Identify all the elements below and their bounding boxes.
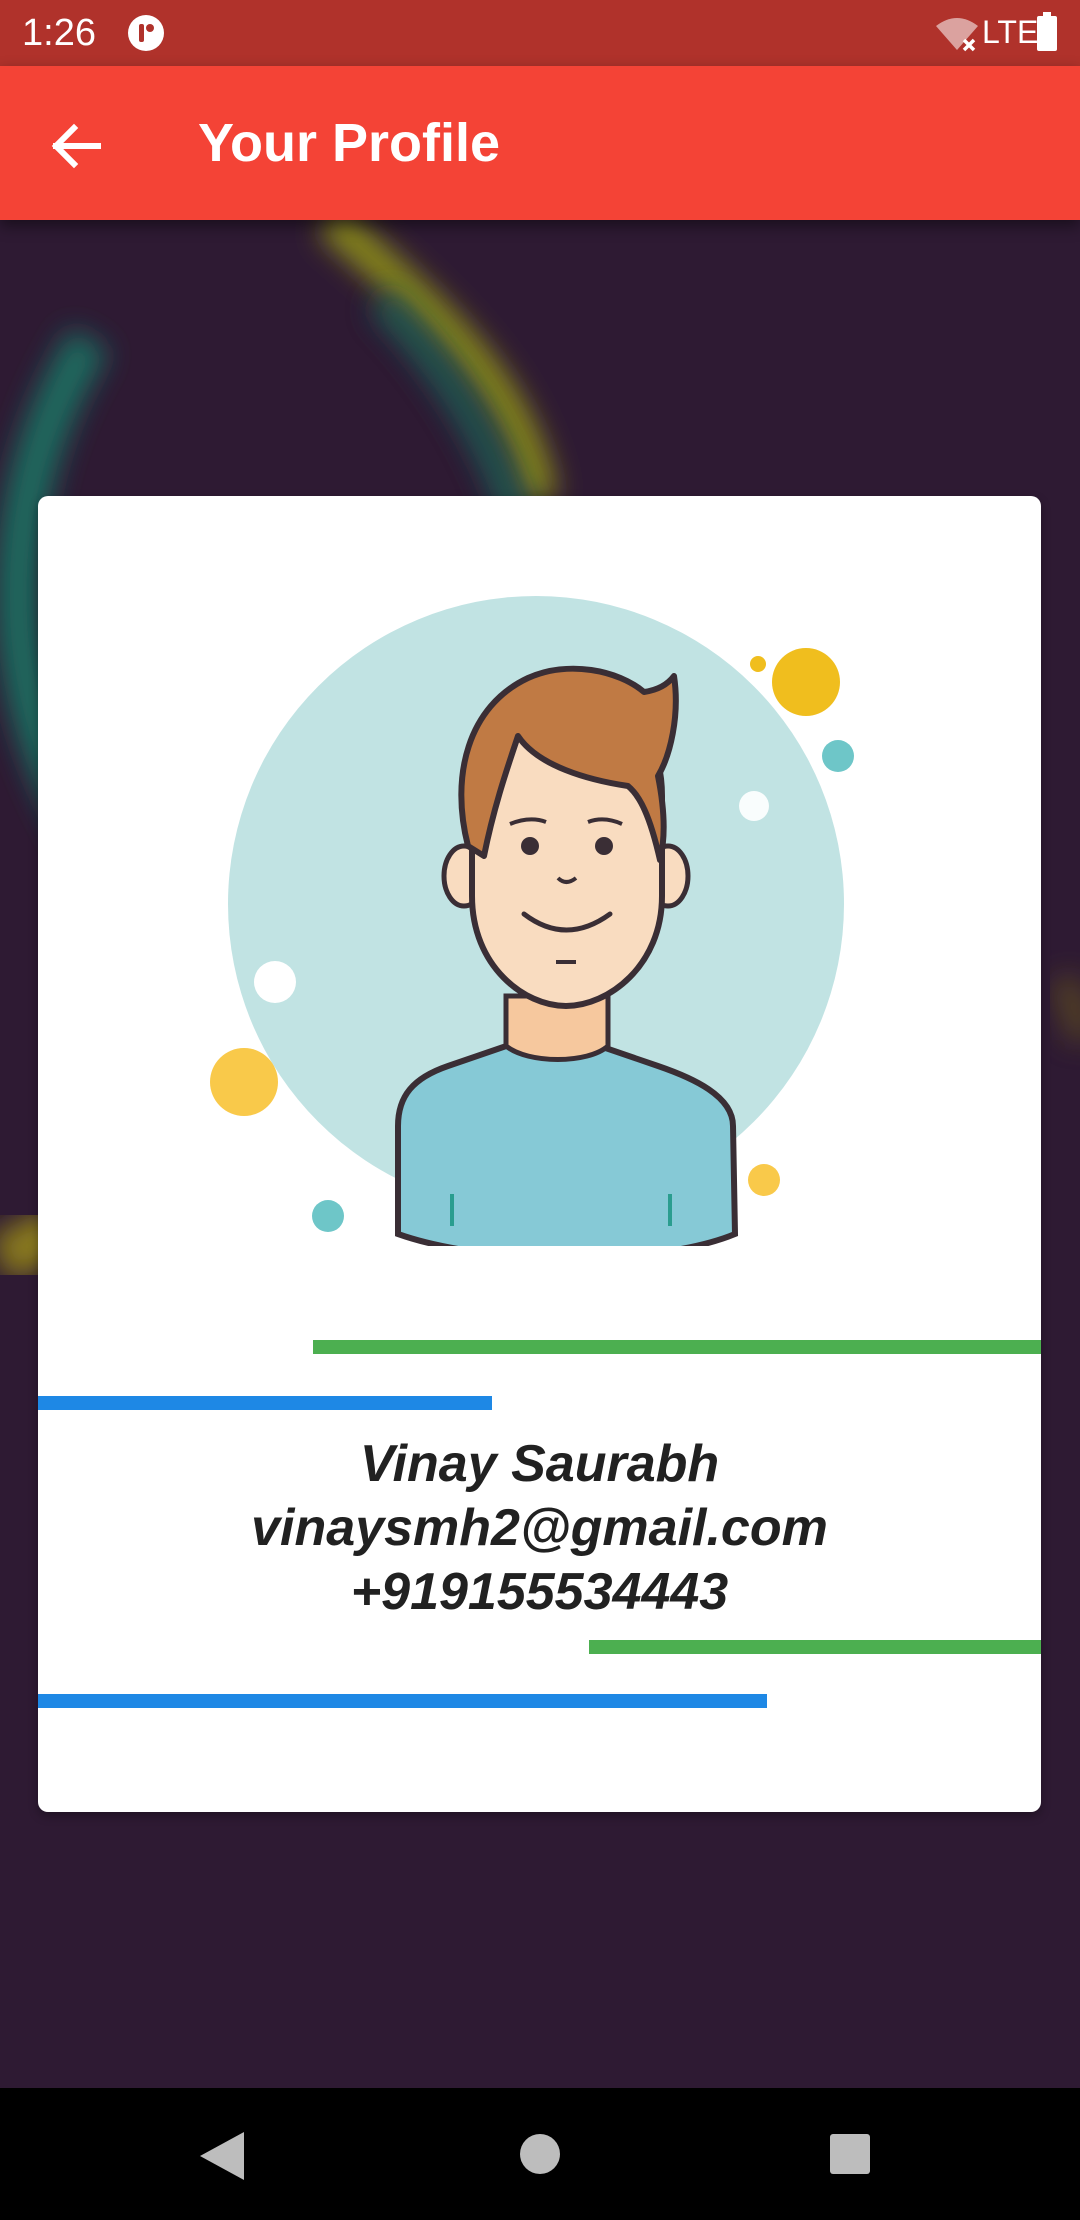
system-nav-bar xyxy=(0,2088,1080,2220)
circle-home-icon[interactable] xyxy=(518,2132,562,2176)
status-time: 1:26 xyxy=(22,12,96,54)
square-recents-icon[interactable] xyxy=(828,2132,872,2176)
page-title: Your Profile xyxy=(198,113,501,173)
profile-name: Vinay Saurabh xyxy=(359,1435,720,1493)
wifi-off-icon xyxy=(936,18,978,52)
profile-phone: +919155534443 xyxy=(350,1563,729,1621)
male-avatar-illustration xyxy=(210,596,854,1246)
decorative-line xyxy=(38,1694,767,1708)
profile-email: vinaysmh2@gmail.com xyxy=(251,1499,828,1557)
status-bar: 1:26 LTE xyxy=(0,0,1080,66)
notification-app-icon xyxy=(128,15,164,51)
profile-card: Vinay Saurabh vinaysmh2@gmail.com +91915… xyxy=(38,496,1041,1812)
app-bar: Your Profile xyxy=(0,66,1080,220)
decorative-line xyxy=(38,1396,492,1410)
decorative-line xyxy=(313,1340,1041,1354)
triangle-back-icon[interactable] xyxy=(196,2128,248,2184)
battery-full-icon xyxy=(1037,12,1057,51)
status-network: LTE xyxy=(982,14,1039,50)
arrow-left-icon[interactable] xyxy=(36,106,116,186)
decorative-line xyxy=(589,1640,1041,1654)
